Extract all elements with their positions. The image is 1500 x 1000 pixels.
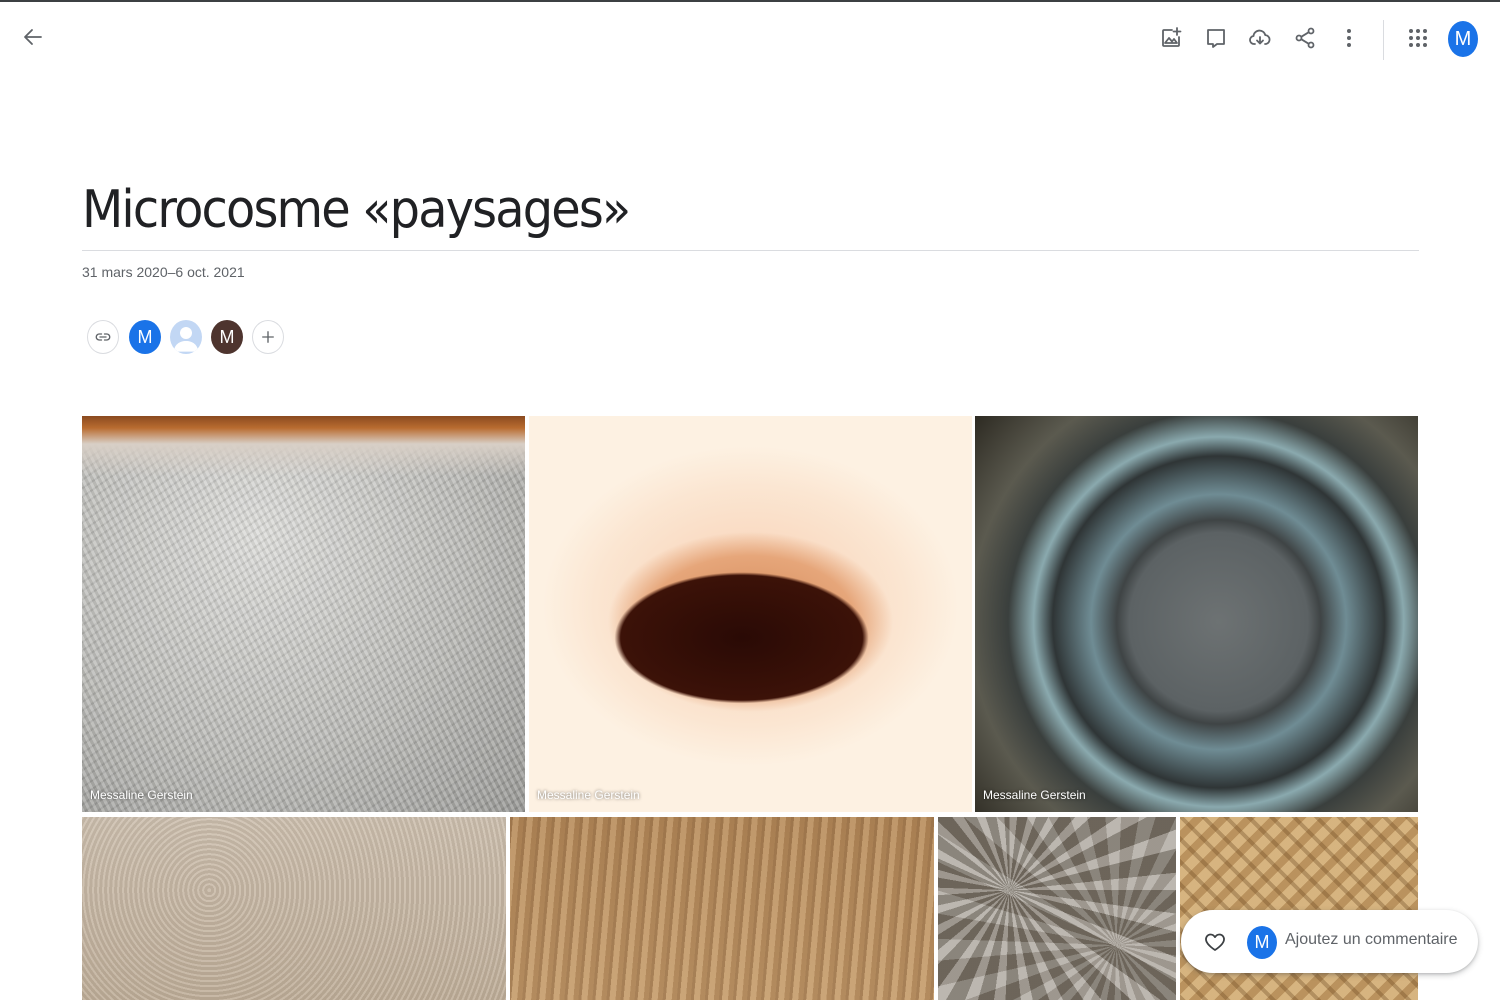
add-photo-icon [1162, 27, 1182, 47]
album-title[interactable]: Microcosme «paysages» [82, 180, 631, 240]
more-vert-icon [1347, 29, 1351, 47]
photo-tile[interactable]: Messaline Gerstein [975, 416, 1418, 812]
photo-owner-label: Messaline Gerstein [983, 788, 1086, 802]
photo-owner-label: Messaline Gerstein [537, 788, 640, 802]
cloud-download-icon [1249, 29, 1271, 45]
member-avatar-m-brown[interactable]: M [211, 320, 243, 354]
photo-tile[interactable]: Messaline Gerstein [82, 416, 525, 812]
slideshow-icon [1207, 29, 1225, 48]
like-button[interactable] [1200, 924, 1230, 960]
add-photos-button[interactable] [1151, 18, 1191, 58]
download-button[interactable] [1240, 18, 1280, 58]
add-person-icon [262, 331, 274, 343]
photo-tile[interactable] [82, 817, 506, 1000]
top-app-bar: M [0, 2, 1500, 72]
arrow-back-icon [24, 29, 42, 45]
account-avatar[interactable]: M [1448, 21, 1478, 57]
photo-tile[interactable]: Messaline Gerstein [529, 416, 972, 812]
share-link-button[interactable] [87, 320, 119, 354]
more-options-button[interactable] [1329, 18, 1369, 58]
member-avatar-m-blue[interactable]: M [129, 320, 161, 354]
share-icon [1295, 27, 1315, 49]
back-button[interactable] [13, 17, 53, 57]
default-person-icon [174, 327, 198, 352]
photo-tile[interactable] [938, 817, 1176, 1000]
link-icon [95, 333, 111, 341]
add-people-button[interactable] [252, 320, 284, 354]
album-date-range: 31 mars 2020–6 oct. 2021 [82, 264, 245, 280]
comment-user-avatar: M [1247, 926, 1277, 959]
photo-tile[interactable] [510, 817, 934, 1000]
toolbar-divider [1383, 20, 1384, 60]
heart-outline-icon [1205, 933, 1225, 951]
comment-input[interactable]: Ajoutez un commentaire [1285, 931, 1458, 949]
google-apps-button[interactable] [1398, 18, 1438, 58]
photo-owner-label: Messaline Gerstein [90, 788, 193, 802]
share-button[interactable] [1285, 18, 1325, 58]
slideshow-button[interactable] [1196, 18, 1236, 58]
title-underline [82, 250, 1419, 251]
member-avatar-default[interactable] [170, 320, 202, 354]
apps-grid-icon [1409, 29, 1427, 47]
